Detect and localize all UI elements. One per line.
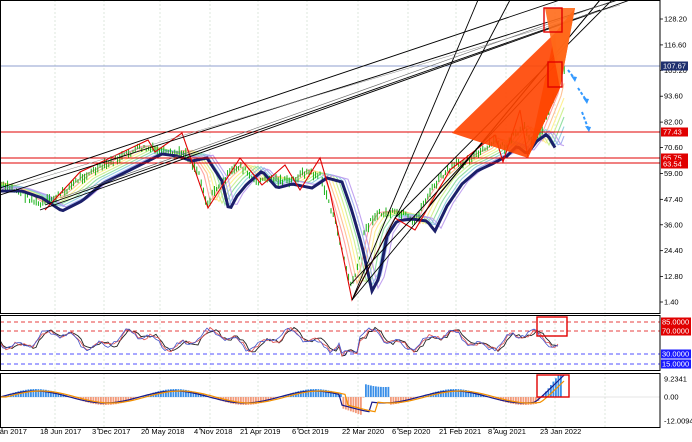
macd-histogram-bar — [520, 397, 522, 405]
macd-histogram-bar — [315, 389, 317, 397]
macd-tick-label: 9.2341 — [664, 375, 687, 384]
macd-histogram-bar — [30, 389, 32, 397]
rsi-level-label: 85.0000 — [662, 318, 689, 327]
price-tick-label: 82.00 — [664, 118, 683, 127]
macd-histogram-bar — [355, 397, 357, 413]
macd-histogram-bar — [370, 386, 372, 398]
macd-histogram-bar — [445, 390, 447, 397]
macd-histogram-bar — [383, 387, 385, 397]
macd-histogram-bar — [178, 389, 180, 397]
time-label: 6 Oct 2019 — [292, 427, 329, 436]
macd-tick-label: -12.0094 — [664, 417, 692, 426]
macd-histogram-bar — [453, 389, 455, 397]
macd-histogram-bar — [308, 389, 310, 397]
macd-histogram-bar — [238, 397, 240, 405]
macd-histogram-bar — [310, 389, 312, 397]
macd-histogram-bar — [360, 397, 362, 415]
macd-histogram-bar — [368, 385, 370, 397]
macd-histogram-bar — [455, 389, 457, 397]
macd-histogram-bar — [168, 389, 170, 397]
price-tick-label: 12.80 — [664, 272, 683, 281]
time-label: 6 Sep 2020 — [392, 427, 430, 436]
trading-chart[interactable]: 128.20116.60105.2093.6082.0070.6059.0047… — [0, 0, 692, 437]
macd-histogram-bar — [248, 397, 250, 405]
rsi-level-label: 70.0000 — [662, 327, 689, 336]
price-tick-label: 70.60 — [664, 143, 683, 152]
macd-histogram-bar — [175, 389, 177, 397]
macd-histogram-bar — [375, 386, 377, 397]
macd-histogram-bar — [108, 397, 110, 405]
macd-histogram-bar — [518, 397, 520, 405]
macd-histogram-bar — [448, 389, 450, 397]
macd-histogram-bar — [458, 389, 460, 397]
price-tick-label: 36.00 — [664, 220, 683, 229]
macd-histogram-bar — [373, 386, 375, 397]
rsi-level-label: 15.0000 — [662, 360, 689, 369]
price-tick-label: 47.40 — [664, 195, 683, 204]
price-tick-label: 93.60 — [664, 92, 683, 101]
macd-histogram-bar — [525, 397, 527, 405]
macd-histogram-bar — [240, 397, 242, 405]
macd-tick-label: 0.00 — [664, 393, 679, 402]
time-label: 18 Jun 2017 — [40, 427, 81, 436]
macd-histogram-bar — [38, 389, 40, 397]
macd-histogram-bar — [110, 397, 112, 405]
price-badge-label: 77.43 — [663, 128, 682, 137]
macd-histogram-bar — [170, 389, 172, 397]
price-tick-label: 59.00 — [664, 169, 683, 178]
macd-histogram-bar — [243, 397, 245, 405]
macd-histogram-bar — [103, 397, 105, 405]
macd-histogram-bar — [313, 389, 315, 397]
time-label: Jan 2017 — [0, 427, 27, 436]
macd-histogram-bar — [165, 390, 167, 397]
macd-histogram-bar — [180, 389, 182, 397]
time-label: 3 Dec 2017 — [92, 427, 130, 436]
macd-histogram-bar — [343, 397, 345, 409]
macd-histogram-bar — [388, 387, 390, 397]
macd-histogram-bar — [245, 397, 247, 405]
macd-histogram-bar — [35, 389, 37, 397]
macd-histogram-bar — [318, 389, 320, 397]
macd-histogram-bar — [28, 389, 30, 397]
macd-histogram-bar — [350, 397, 352, 411]
time-label: 21 Feb 2021 — [439, 427, 481, 436]
price-tick-label: 128.20 — [664, 15, 687, 24]
macd-histogram-bar — [553, 382, 555, 397]
price-tick-label: 24.40 — [664, 246, 683, 255]
macd-histogram-bar — [450, 389, 452, 397]
price-badge-label: 63.54 — [663, 160, 682, 169]
macd-histogram-bar — [40, 389, 42, 397]
time-label: 22 Mar 2020 — [342, 427, 384, 436]
macd-histogram-bar — [340, 394, 342, 397]
time-label: 21 Apr 2019 — [240, 427, 280, 436]
macd-histogram-bar — [353, 397, 355, 412]
time-label: 23 Jan 2022 — [540, 427, 581, 436]
price-tick-label: 116.60 — [664, 40, 686, 49]
price-tick-label: 1.40 — [664, 298, 679, 307]
macd-histogram-bar — [380, 387, 382, 397]
time-label: 20 May 2018 — [141, 427, 184, 436]
macd-histogram-bar — [98, 397, 100, 405]
macd-histogram-bar — [173, 389, 175, 397]
rsi-level-label: 30.0000 — [662, 350, 689, 359]
macd-histogram-bar — [378, 387, 380, 397]
time-label: 4 Nov 2018 — [194, 427, 232, 436]
macd-histogram-bar — [358, 397, 360, 414]
time-label: 8 Aug 2021 — [488, 427, 526, 436]
macd-histogram-bar — [523, 397, 525, 405]
macd-histogram-bar — [33, 389, 35, 397]
macd-histogram-bar — [528, 397, 530, 405]
price-badge-label: 107.67 — [663, 62, 686, 71]
macd-histogram-bar — [365, 384, 367, 397]
macd-histogram-bar — [363, 397, 365, 398]
macd-histogram-bar — [105, 397, 107, 405]
macd-histogram-bar — [385, 387, 387, 397]
macd-histogram-bar — [100, 397, 102, 405]
